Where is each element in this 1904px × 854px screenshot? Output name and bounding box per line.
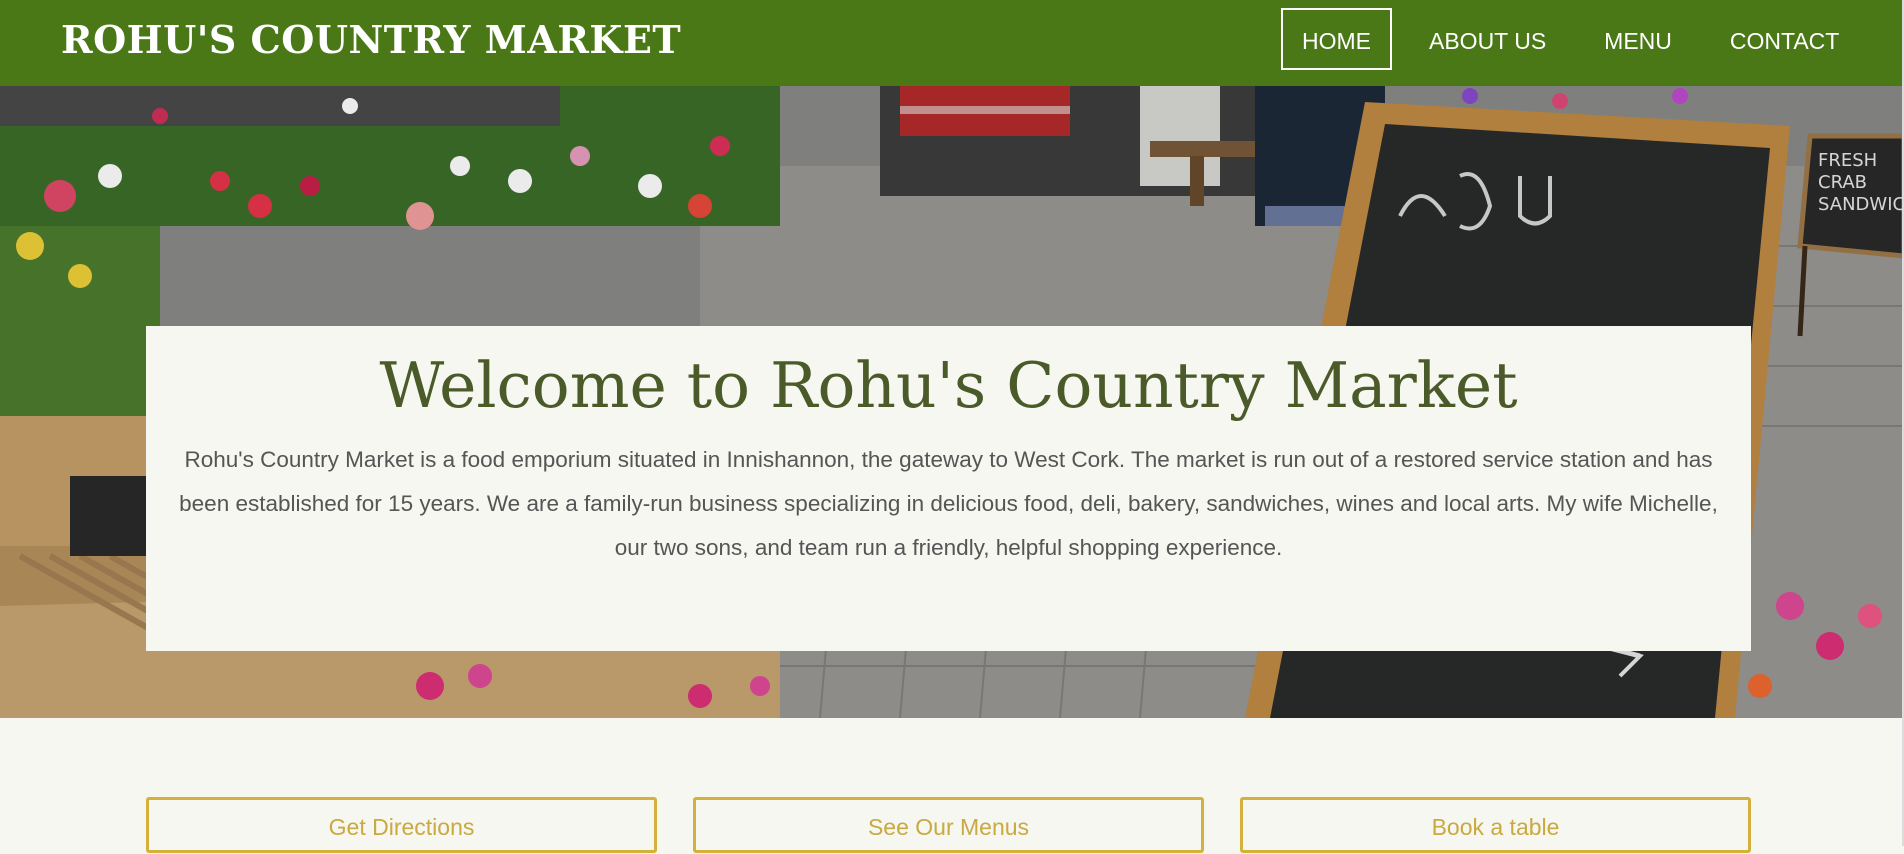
see-menus-button[interactable]: See Our Menus [693,797,1204,853]
get-directions-button[interactable]: Get Directions [146,797,657,853]
welcome-title: Welcome to Rohu's Country Market [379,349,1518,422]
book-table-button[interactable]: Book a table [1240,797,1751,853]
welcome-panel: Welcome to Rohu's Country Market Rohu's … [146,326,1751,651]
site-header: ROHU'S COUNTRY MARKET HOME ABOUT US MENU… [0,0,1904,86]
nav-home[interactable]: HOME [1281,8,1392,70]
welcome-description: Rohu's Country Market is a food emporium… [179,447,1718,560]
nav-contact[interactable]: CONTACT [1709,8,1860,70]
hero-section: FRESHCRABSANDWICH [0,86,1904,718]
site-logo[interactable]: ROHU'S COUNTRY MARKET [61,18,681,62]
nav-about-us[interactable]: ABOUT US [1408,8,1567,70]
main-nav: HOME ABOUT US MENU CONTACT [1281,8,1876,70]
nav-menu[interactable]: MENU [1583,8,1693,70]
